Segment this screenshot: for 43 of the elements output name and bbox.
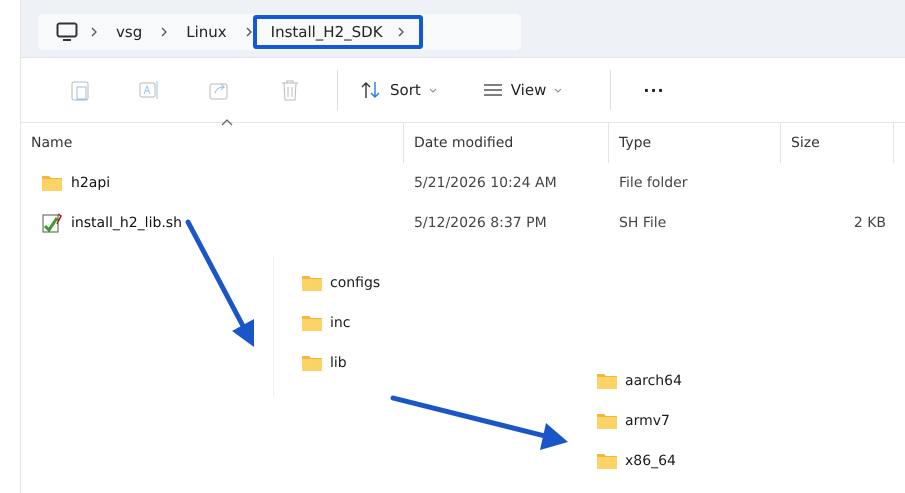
- script-file-icon: [41, 213, 63, 233]
- folder-icon: [596, 452, 618, 470]
- folder-name[interactable]: x86_64: [625, 453, 676, 469]
- file-name[interactable]: h2api: [71, 175, 110, 191]
- dropdown-caret-icon: [554, 88, 562, 92]
- dropdown-caret-icon: [428, 88, 437, 92]
- column-header[interactable]: Date modified: [404, 123, 609, 163]
- folder-icon: [301, 274, 323, 292]
- folder-name[interactable]: configs: [330, 275, 380, 291]
- folder-name[interactable]: armv7: [625, 413, 670, 429]
- more-options-button[interactable]: ···: [633, 76, 675, 104]
- breadcrumb-item[interactable]: Install_H2_SDK: [252, 15, 423, 49]
- folder-icon: [301, 354, 323, 372]
- view-lines-icon: [482, 83, 503, 97]
- column-header[interactable]: Name: [21, 123, 404, 163]
- chevron-icon: [160, 26, 168, 38]
- column-header[interactable]: Size: [781, 123, 894, 163]
- size-cell-text: 2 KB: [852, 215, 887, 231]
- type-cell-text: SH File: [618, 215, 668, 231]
- folder-name[interactable]: inc: [330, 315, 350, 331]
- chevron-icon: [396, 26, 405, 38]
- sort-icon: [360, 81, 382, 99]
- file-name[interactable]: install_h2_lib.sh: [71, 215, 182, 231]
- folder-icon: [596, 372, 618, 390]
- folder-name[interactable]: lib: [330, 355, 347, 371]
- folder-icon: [596, 412, 618, 430]
- type-cell-text: File folder: [618, 175, 689, 191]
- date-cell-text: 5/12/2026 8:37 PM: [413, 215, 548, 231]
- folder-icon: [301, 314, 323, 332]
- computer-icon[interactable]: [56, 22, 78, 42]
- sort-button[interactable]: Sort: [350, 77, 447, 103]
- folder-icon: [41, 174, 63, 192]
- breadcrumb-item[interactable]: vsg: [98, 15, 160, 49]
- date-cell-text: 5/21/2026 10:24 AM: [413, 175, 558, 191]
- column-header[interactable]: Type: [609, 123, 781, 163]
- chevron-icon: [90, 26, 98, 38]
- sort-caret-icon: [221, 119, 233, 126]
- chevron-icon: [244, 26, 253, 38]
- folder-name[interactable]: aarch64: [625, 373, 682, 389]
- paste-icon[interactable]: [71, 79, 89, 101]
- view-button[interactable]: View: [472, 77, 572, 103]
- breadcrumb-item[interactable]: Linux: [168, 15, 245, 49]
- delete-icon[interactable]: [281, 79, 299, 101]
